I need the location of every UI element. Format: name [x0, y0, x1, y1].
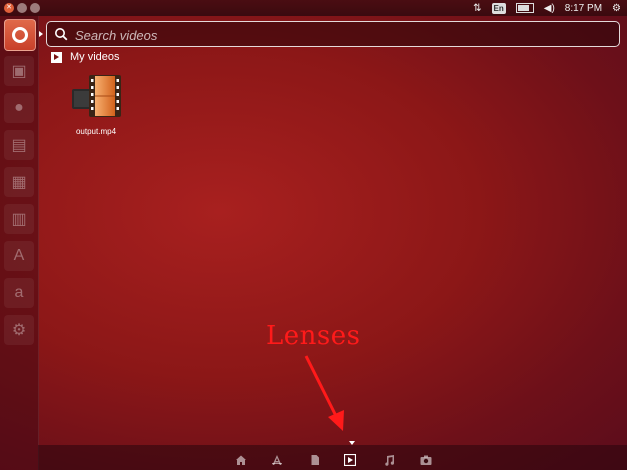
keyboard-layout-indicator[interactable]: En [491, 2, 506, 14]
video-icon[interactable] [343, 453, 357, 467]
launcher-item-files[interactable]: ▣ [4, 56, 34, 86]
lens-bar [38, 445, 627, 470]
amazon-icon: a [14, 284, 24, 301]
files-icon[interactable] [309, 454, 321, 466]
search-icon [55, 28, 68, 41]
volume-icon[interactable]: ◀) [544, 3, 555, 14]
launcher-item-settings[interactable]: ⚙ [4, 315, 34, 345]
launcher-active-arrow [39, 31, 43, 37]
network-icon[interactable]: ⇅ [473, 3, 481, 14]
spreadsheet-icon: ▦ [11, 174, 27, 191]
launcher-item-browser[interactable]: ● [4, 93, 34, 123]
home-icon[interactable] [235, 454, 247, 466]
indicator-area: ⇅ En ◀) 8:17 PM ⚙ [473, 1, 621, 15]
settings-icon: ⚙ [11, 322, 27, 339]
category-expand-icon[interactable] [51, 51, 62, 63]
launcher-item-amazon[interactable]: a [4, 278, 34, 308]
search-box[interactable] [46, 21, 620, 47]
music-icon[interactable] [383, 454, 395, 466]
category-header[interactable]: My videos [51, 51, 120, 63]
browser-icon: ● [14, 99, 24, 116]
annotation-arrow [304, 355, 344, 431]
search-input[interactable] [73, 25, 617, 45]
video-file-icon [70, 73, 122, 119]
document-icon: ▤ [11, 137, 27, 154]
result-item[interactable]: output.mp4 [64, 73, 128, 136]
launcher-item-impress[interactable]: ▥ [4, 204, 34, 234]
clock[interactable]: 8:17 PM [565, 3, 602, 14]
close-button[interactable]: ✕ [4, 3, 14, 13]
result-label: output.mp4 [75, 127, 117, 136]
applications-icon[interactable] [271, 454, 283, 466]
annotation-label: Lenses [266, 321, 361, 351]
presentation-icon: ▥ [11, 211, 27, 228]
maximize-button[interactable] [30, 3, 40, 13]
launcher-item-software-center[interactable]: A [4, 241, 34, 271]
launcher-item-calc[interactable]: ▦ [4, 167, 34, 197]
software-center-icon: A [13, 247, 25, 264]
ubuntu-logo-icon [12, 27, 28, 43]
folder-icon: ▣ [11, 63, 27, 80]
launcher: ▣ ● ▤ ▦ ▥ A a ⚙ [0, 16, 39, 470]
minimize-button[interactable] [17, 3, 27, 13]
top-panel: ✕ ⇅ En ◀) 8:17 PM ⚙ [0, 0, 627, 16]
category-title: My videos [70, 51, 120, 63]
window-controls: ✕ [4, 3, 40, 13]
dash-home-button[interactable] [4, 19, 36, 51]
battery-icon[interactable] [515, 3, 534, 13]
camera-icon[interactable] [420, 454, 432, 466]
gear-icon[interactable]: ⚙ [612, 3, 621, 14]
launcher-item-writer[interactable]: ▤ [4, 130, 34, 160]
